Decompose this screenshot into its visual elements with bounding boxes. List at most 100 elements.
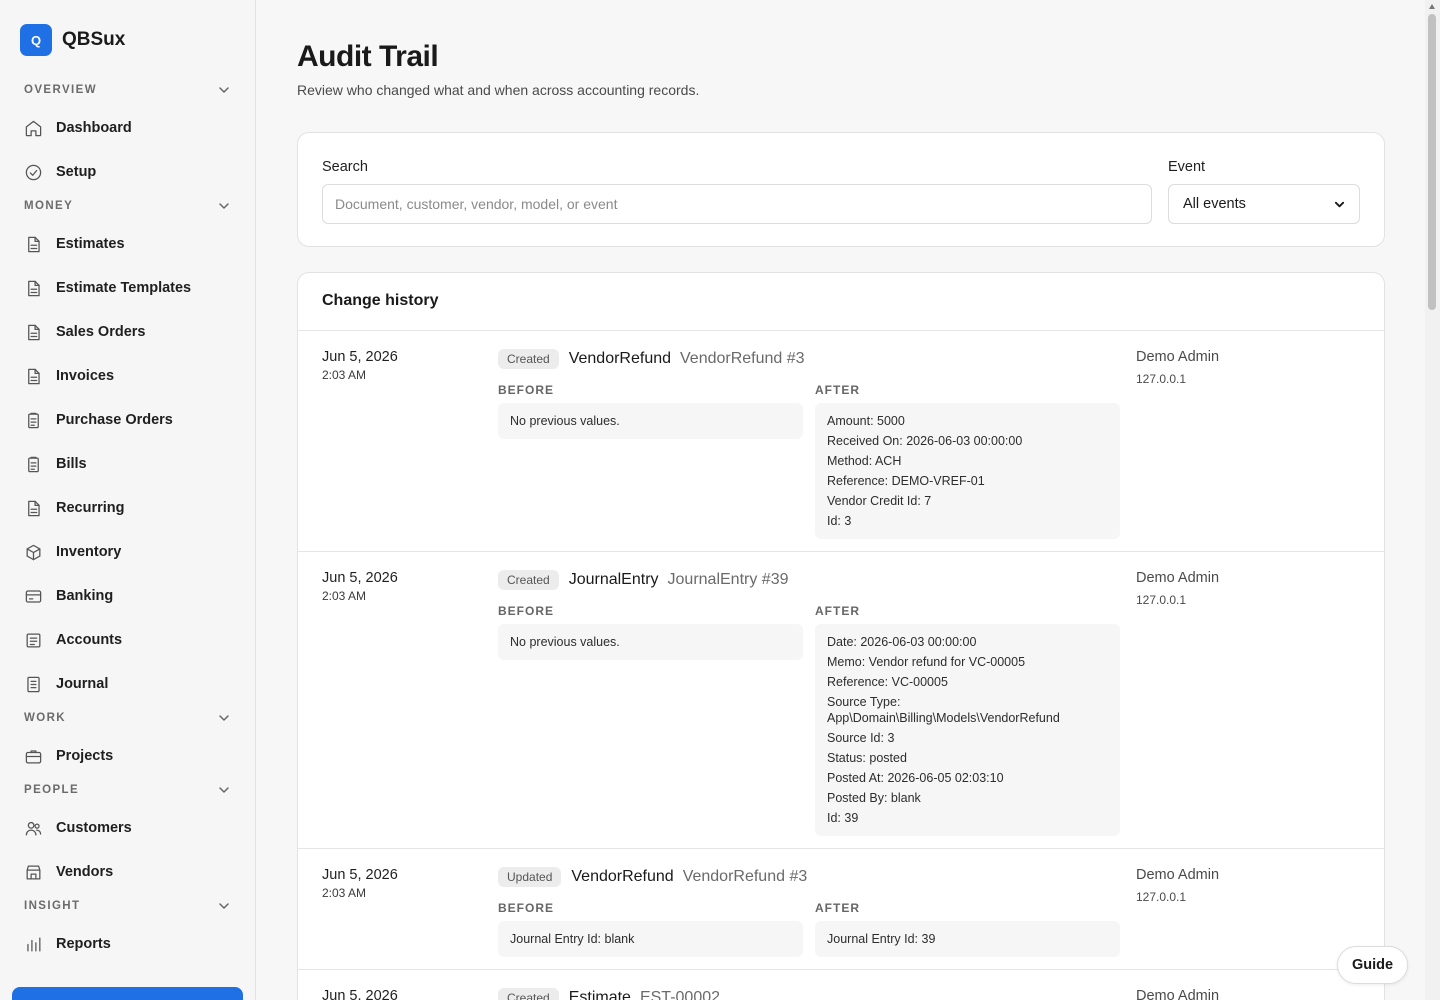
sidebar: Q QBSux OVERVIEW Dashboard Setup MONEY E… <box>0 0 256 1000</box>
before-box: No previous values. <box>498 624 803 660</box>
document-icon <box>28 324 40 340</box>
after-value: Id: 3 <box>827 514 852 528</box>
chevron-down-icon[interactable] <box>218 200 230 212</box>
after-box: Date: 2026-06-03 00:00:00 Memo: Vendor re… <box>815 624 1120 836</box>
after-value: Method: ACH <box>827 454 902 468</box>
sidebar-item-estimate-templates[interactable]: Estimate Templates <box>0 266 255 310</box>
after-value: Posted At: 2026-06-05 02:03:10 <box>827 771 1004 785</box>
chevron-down-icon[interactable] <box>218 784 230 796</box>
sidebar-item-label: Vendors <box>56 864 114 880</box>
sidebar-item-setup[interactable]: Setup <box>0 150 255 194</box>
row-user: Demo Admin <box>1136 349 1220 365</box>
sidebar-item-bills[interactable]: Bills <box>0 442 255 486</box>
after-value: Source Type: App\Domain\Billing\Models\V… <box>827 695 1060 725</box>
chevron-down-icon[interactable] <box>218 84 230 96</box>
before-value: Journal Entry Id: blank <box>510 932 635 946</box>
sidebar-item-label: Projects <box>56 748 114 764</box>
sidebar-item-label: Accounts <box>56 632 123 648</box>
scrollbar[interactable] <box>1425 0 1440 1000</box>
sidebar-item-accounts[interactable]: Accounts <box>0 618 255 662</box>
sidebar-item-estimates[interactable]: Estimates <box>0 222 255 266</box>
event-badge: Created <box>498 349 559 369</box>
table-row[interactable]: Jun 5, 2026 2:03 AM Updated VendorRefund… <box>298 849 1384 970</box>
section-insight[interactable]: INSIGHT <box>0 896 255 916</box>
brand[interactable]: Q QBSux <box>0 0 255 80</box>
search-input[interactable] <box>322 184 1152 224</box>
scroll-thumb[interactable] <box>1428 14 1436 310</box>
row-user: Demo Admin <box>1136 867 1220 883</box>
section-label: INSIGHT <box>24 900 81 912</box>
row-ip: 127.0.0.1 <box>1136 372 1187 386</box>
page-subtitle: Review who changed what and when across … <box>297 82 700 98</box>
sidebar-item-customers[interactable]: Customers <box>0 806 255 850</box>
home-icon <box>25 120 42 136</box>
document-icon <box>28 368 40 384</box>
sidebar-item-banking[interactable]: Banking <box>0 574 255 618</box>
row-header: Updated VendorRefund VendorRefund #3 <box>498 867 807 887</box>
section-people[interactable]: PEOPLE <box>0 780 255 800</box>
sidebar-item-reports[interactable]: Reports <box>0 922 255 966</box>
clipboard-icon <box>28 412 39 428</box>
sidebar-item-invoices[interactable]: Invoices <box>0 354 255 398</box>
before-label: BEFORE <box>498 901 555 915</box>
sidebar-item-recurring[interactable]: Recurring <box>0 486 255 530</box>
row-model: Estimate <box>568 989 631 1000</box>
event-select[interactable]: All events <box>1168 184 1360 224</box>
after-value: Date: 2026-06-03 00:00:00 <box>827 635 977 649</box>
sidebar-item-audit-trail-active[interactable] <box>12 987 243 1000</box>
row-header: Created JournalEntry JournalEntry #39 <box>498 570 789 590</box>
sidebar-item-label: Banking <box>56 588 114 604</box>
sidebar-item-label: Sales Orders <box>56 324 146 340</box>
row-date: Jun 5, 2026 <box>322 867 398 883</box>
section-label: PEOPLE <box>24 784 80 796</box>
before-label: BEFORE <box>498 604 555 618</box>
after-value: Journal Entry Id: 39 <box>827 932 936 946</box>
sidebar-item-projects[interactable]: Projects <box>0 734 255 778</box>
sidebar-item-purchase-orders[interactable]: Purchase Orders <box>0 398 255 442</box>
event-select-value: All events <box>1183 196 1246 212</box>
store-icon <box>26 865 41 879</box>
sidebar-item-label: Invoices <box>56 368 115 384</box>
event-badge: Created <box>498 988 559 1000</box>
document-icon <box>28 500 40 516</box>
sidebar-item-journal[interactable]: Journal <box>0 662 255 706</box>
row-model: VendorRefund <box>571 868 674 885</box>
sidebar-item-inventory[interactable]: Inventory <box>0 530 255 574</box>
row-date: Jun 5, 2026 <box>322 349 398 365</box>
event-badge: Updated <box>498 867 562 887</box>
after-value: Status: posted <box>827 751 907 765</box>
guide-button[interactable]: Guide <box>1337 946 1408 984</box>
sidebar-item-label: Reports <box>56 936 111 952</box>
row-record: EST-00002 <box>639 989 721 1000</box>
section-work[interactable]: WORK <box>0 708 255 728</box>
briefcase-icon <box>25 749 42 763</box>
clipboard-icon <box>28 456 39 472</box>
sidebar-item-vendors[interactable]: Vendors <box>0 850 255 894</box>
row-record: JournalEntry #39 <box>667 571 789 588</box>
ledger-icon <box>26 633 41 647</box>
journal-icon <box>27 676 40 692</box>
section-money[interactable]: MONEY <box>0 196 255 216</box>
chevron-down-icon[interactable] <box>218 712 230 724</box>
after-value: Memo: Vendor refund for VC-00005 <box>827 655 1026 669</box>
chevron-down-icon[interactable] <box>218 900 230 912</box>
sidebar-item-dashboard[interactable]: Dashboard <box>0 106 255 150</box>
after-box: Amount: 5000 Received On: 2026-06-03 00:0… <box>815 403 1120 539</box>
row-user: Demo Admin <box>1136 988 1220 1000</box>
section-label: OVERVIEW <box>24 84 97 96</box>
row-ip: 127.0.0.1 <box>1136 593 1187 607</box>
sidebar-item-label: Customers <box>56 820 132 836</box>
sidebar-item-sales-orders[interactable]: Sales Orders <box>0 310 255 354</box>
section-overview[interactable]: OVERVIEW <box>0 80 255 100</box>
row-header: Created VendorRefund VendorRefund #3 <box>498 349 805 369</box>
document-icon <box>28 236 40 252</box>
scroll-up-arrow-icon[interactable] <box>1429 4 1435 9</box>
before-label: BEFORE <box>498 383 555 397</box>
table-row[interactable]: Jun 5, 2026 Created Estimate EST-00002 D… <box>298 970 1384 1000</box>
table-row[interactable]: Jun 5, 2026 2:03 AM Created JournalEntry… <box>298 552 1384 849</box>
after-box: Journal Entry Id: 39 <box>815 921 1120 957</box>
sidebar-item-label: Setup <box>56 164 97 180</box>
sidebar-nav: OVERVIEW Dashboard Setup MONEY Estimates… <box>0 80 255 966</box>
sidebar-item-label: Estimate Templates <box>56 280 192 296</box>
table-row[interactable]: Jun 5, 2026 2:03 AM Created VendorRefund… <box>298 331 1384 552</box>
